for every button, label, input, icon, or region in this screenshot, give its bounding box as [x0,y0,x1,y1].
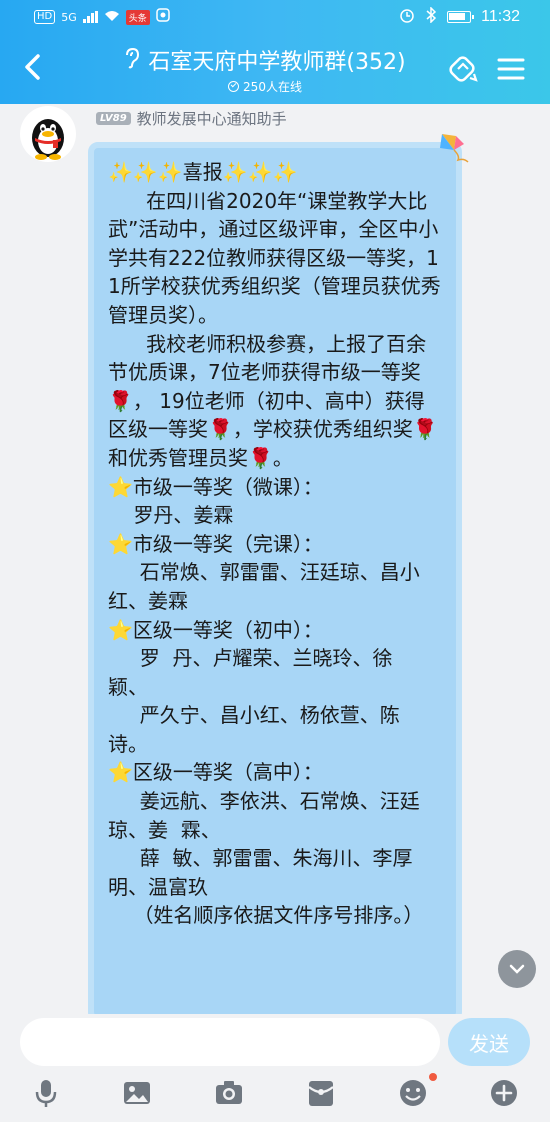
header: HD 5G 头条 11:32 石室天府中学教师群(352) 250人在线 [0,0,550,104]
back-button[interactable] [18,50,46,84]
level-badge: LV89 [96,112,131,125]
emoji-button[interactable] [394,1074,432,1112]
earpiece-icon [124,47,140,74]
plus-icon [491,1080,517,1106]
chat-title-area[interactable]: 石室天府中学教师群(352) 250人在线 [100,44,430,96]
phone-switch-icon [449,56,478,82]
send-button[interactable]: 发送 [448,1018,530,1066]
wifi-icon [104,8,120,26]
message-text: ✨✨✨喜报✨✨✨ 在四川省2020年“课堂教学大比武”活动中，通过区级评审，全区… [108,160,441,928]
scroll-to-bottom-button[interactable] [498,950,536,988]
battery-icon [447,11,475,23]
microphone-icon [35,1080,57,1107]
group-call-button[interactable] [446,52,480,86]
check-circle-icon [228,81,240,92]
more-button[interactable] [485,1074,523,1112]
voice-button[interactable] [27,1074,65,1112]
sender-row: LV89 教师发展中心通知助手 [96,108,287,129]
signal-label: 5G [61,10,77,24]
online-count-label: 250人在线 [243,80,302,94]
bluetooth-icon [425,6,437,27]
online-count: 250人在线 [228,78,302,95]
notification-icon [156,8,170,26]
sender-name: 教师发展中心通知助手 [136,110,287,128]
avatar[interactable] [20,106,76,162]
message-input[interactable] [20,1018,440,1066]
camera-button[interactable] [210,1074,248,1112]
signal-icon [82,11,98,23]
penguin-icon [32,119,64,160]
emoji-notification-dot [429,1073,437,1081]
status-bar: HD 5G 头条 11:32 [0,0,550,34]
chat-area[interactable]: LV89 教师发展中心通知助手 ✨✨✨喜报✨✨✨ 在四川省2020年“课堂教学大… [0,104,550,1014]
news-app-badge: 头条 [125,9,150,25]
emoji-icon [400,1080,426,1106]
red-packet-button[interactable] [302,1074,340,1112]
menu-icon [497,58,525,80]
alarm-icon [399,7,415,27]
camera-icon [216,1081,242,1104]
message-bubble[interactable]: ✨✨✨喜报✨✨✨ 在四川省2020年“课堂教学大比武”活动中，通过区级评审，全区… [88,142,462,1014]
image-button[interactable] [118,1074,156,1112]
hd-badge: HD [34,10,56,24]
kite-icon [438,130,472,172]
page-title: 石室天府中学教师群(352) [148,50,406,75]
clock: 11:32 [481,8,520,25]
image-icon [124,1082,150,1104]
chevron-left-icon [25,54,40,80]
red-packet-icon [308,1081,334,1106]
chevron-down-icon [509,964,525,974]
menu-button[interactable] [494,52,528,86]
input-bar: 发送 [0,1014,550,1122]
